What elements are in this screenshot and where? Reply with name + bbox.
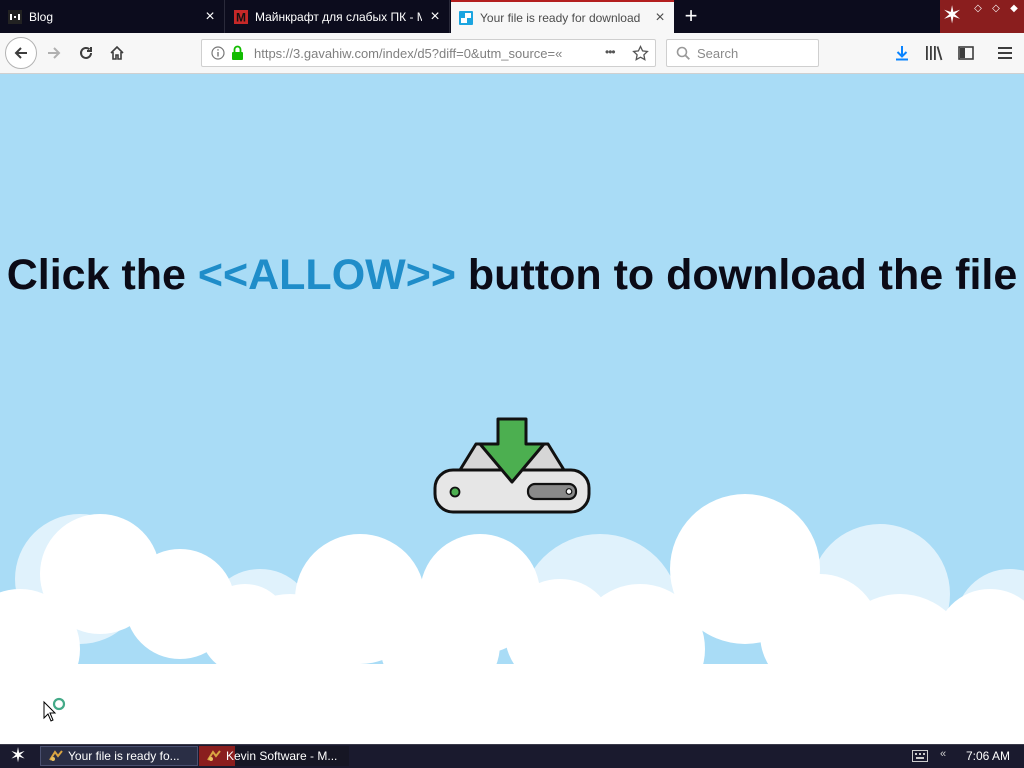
url-text[interactable]: https://3.gavahiw.com/index/d5?diff=0&ut… <box>254 46 584 61</box>
tab-download[interactable]: Your file is ready for download × <box>451 0 674 33</box>
m-favicon-icon: M <box>234 9 248 24</box>
app-icon <box>49 750 63 761</box>
search-icon <box>676 46 690 60</box>
back-icon <box>14 47 27 59</box>
tab-close-icon[interactable]: × <box>654 9 666 26</box>
tab-label: Your file is ready for download <box>480 10 641 25</box>
tab-blog[interactable]: Blog × <box>0 0 225 33</box>
library-button[interactable] <box>920 39 948 67</box>
page-content: Click the <<ALLOW>> button to download t… <box>0 74 1024 744</box>
tab-label: Майнкрафт для слабых ПК - Mine <box>255 9 422 24</box>
taskbar-item-label: Your file is ready fo... <box>68 749 180 763</box>
search-input[interactable]: Search <box>697 46 738 61</box>
headline-text: button to download the file <box>455 251 1018 299</box>
clock[interactable]: 7:06 AM <box>966 749 1010 763</box>
close-window-icon[interactable]: ◆ <box>1008 3 1020 15</box>
taskbar-item-browser[interactable]: Your file is ready fo... <box>40 746 198 766</box>
reload-icon <box>80 46 92 59</box>
app-icon <box>207 750 221 761</box>
taskbar-item-label: Kevin Software - M... <box>226 749 338 763</box>
lock-icon <box>232 45 243 60</box>
reload-button[interactable] <box>72 39 100 67</box>
tab-strip: Blog × M Майнкрафт для слабых ПК - Mine … <box>0 0 1024 33</box>
sidebar-icon <box>958 46 974 60</box>
search-box[interactable]: Search <box>666 39 819 67</box>
menu-icon <box>998 47 1012 59</box>
busy-cursor-icon <box>43 697 66 722</box>
svg-text:M: M <box>236 10 246 24</box>
downloads-button[interactable] <box>888 39 916 67</box>
keyboard-icon[interactable] <box>912 750 928 762</box>
tab-close-icon[interactable]: × <box>204 8 216 25</box>
bookmark-star-icon[interactable] <box>632 45 649 62</box>
tab-label: Blog <box>29 9 54 24</box>
info-icon[interactable] <box>211 46 225 60</box>
start-menu-button[interactable]: ✶ <box>4 745 32 768</box>
forward-button[interactable] <box>40 39 68 67</box>
home-button[interactable] <box>103 39 131 67</box>
allow-keyword: <<ALLOW>> <box>197 251 456 299</box>
page-favicon-icon <box>459 10 473 25</box>
forward-icon <box>48 47 61 59</box>
tab-minecraft[interactable]: M Майнкрафт для слабых ПК - Mine × <box>226 0 450 33</box>
minimize-icon[interactable]: ◇ <box>972 3 984 15</box>
download-drive-icon <box>433 417 591 514</box>
page-headline: Click the <<ALLOW>> button to download t… <box>0 246 1024 304</box>
url-bar[interactable]: https://3.gavahiw.com/index/d5?diff=0&ut… <box>201 39 656 67</box>
taskbar: ✶ Your file is ready fo... Kevin Softwar… <box>0 744 1024 768</box>
taskbar-item-kevin-software[interactable]: Kevin Software - M... <box>199 746 349 766</box>
home-icon <box>110 45 124 60</box>
maximize-icon[interactable]: ◇ <box>990 3 1002 15</box>
blog-favicon-icon <box>8 9 22 24</box>
page-actions-button[interactable]: ••• <box>605 45 616 59</box>
downloads-icon <box>896 46 908 61</box>
headline-text: Click the <box>6 251 198 299</box>
window-star-icon: ✶ <box>941 2 963 29</box>
tab-close-icon[interactable]: × <box>429 8 441 25</box>
menu-button[interactable] <box>991 39 1019 67</box>
new-tab-button[interactable]: + <box>678 4 704 30</box>
navigation-toolbar: https://3.gavahiw.com/index/d5?diff=0&ut… <box>0 33 1024 74</box>
back-button[interactable] <box>5 37 37 69</box>
sidebar-button[interactable] <box>952 39 980 67</box>
library-icon <box>926 46 943 61</box>
tray-expand-icon[interactable]: « <box>940 748 946 760</box>
